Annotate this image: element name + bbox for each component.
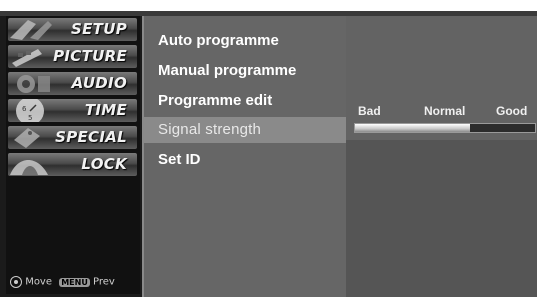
signal-strength-fill <box>355 124 471 132</box>
menu-label: SETUP <box>71 20 127 38</box>
lock-icon <box>10 160 48 175</box>
signal-strength-bar <box>354 123 536 133</box>
submenu-item-programme-edit[interactable]: Programme edit <box>144 88 346 114</box>
menu-key-badge: MENU <box>59 277 90 287</box>
scale-label-bad: Bad <box>358 104 381 118</box>
signal-panel: Bad Normal Good <box>346 16 537 297</box>
menu-item-time[interactable]: 65 TIME <box>8 99 137 122</box>
menu-label: TIME <box>84 101 127 119</box>
scale-label-good: Good <box>496 104 528 118</box>
main-menu: SETUP PICTURE AUDIO 65 TIME SPECIAL LOCK… <box>6 16 140 294</box>
menu-label: SPECIAL <box>55 128 127 146</box>
joystick-icon <box>10 276 22 288</box>
submenu-item-set-id[interactable]: Set ID <box>144 147 346 173</box>
menu-item-audio[interactable]: AUDIO <box>8 72 137 95</box>
menu-item-setup[interactable]: SETUP <box>8 18 137 41</box>
scale-label-normal: Normal <box>424 104 466 118</box>
clock-icon: 65 <box>16 99 44 122</box>
menu-item-special[interactable]: SPECIAL <box>8 126 137 149</box>
navigation-hint: Move MENU Prev <box>10 276 140 292</box>
submenu-panel: Auto programme Manual programme Programm… <box>142 16 348 297</box>
signal-panel-header <box>346 16 537 140</box>
menu-item-picture[interactable]: PICTURE <box>8 45 137 68</box>
menu-item-lock[interactable]: LOCK <box>8 153 137 176</box>
hint-move: Move <box>25 276 53 288</box>
menu-label: AUDIO <box>71 74 127 92</box>
menu-label: LOCK <box>81 155 127 173</box>
signal-scale: Bad Normal Good <box>358 104 537 118</box>
svg-text:6: 6 <box>22 105 27 113</box>
svg-text:5: 5 <box>28 114 32 122</box>
menu-label: PICTURE <box>53 47 127 65</box>
audio-icon <box>17 75 50 93</box>
submenu-item-manual-programme[interactable]: Manual programme <box>144 58 346 84</box>
setup-icon <box>10 20 52 40</box>
submenu-item-auto-programme[interactable]: Auto programme <box>144 28 346 54</box>
submenu-item-signal-strength[interactable]: Signal strength <box>144 117 346 143</box>
hint-prev: Prev <box>93 276 115 288</box>
